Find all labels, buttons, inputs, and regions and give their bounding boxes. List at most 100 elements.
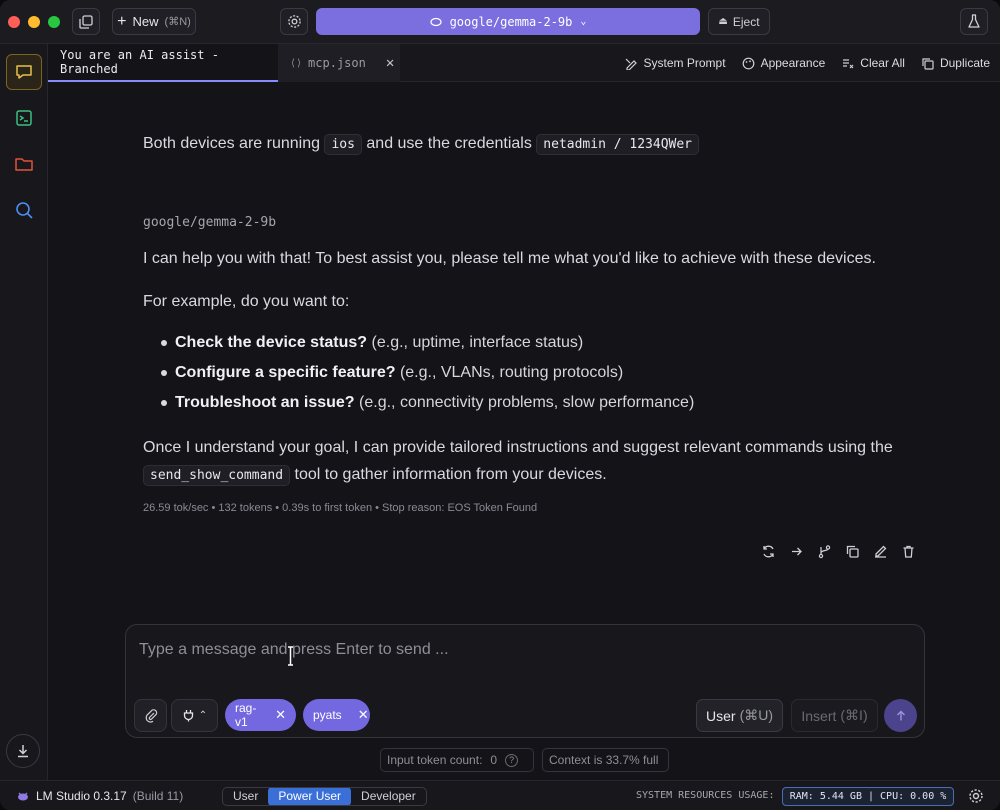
chat-icon [16, 65, 32, 79]
assistant-paragraph: I can help you with that! To best assist… [143, 250, 876, 267]
branch-icon [818, 544, 830, 558]
terminal-icon [16, 110, 32, 126]
model-name: google/gemma-2-9b [449, 14, 573, 29]
list-item: Configure a specific feature? (e.g., VLA… [161, 358, 921, 388]
plugin-chip-pyats[interactable]: pyats ✕ [303, 699, 370, 731]
clear-all-label: Clear All [860, 56, 905, 70]
context-usage-text: Context is 33.7% full [549, 753, 659, 767]
mode-developer[interactable]: Developer [351, 788, 426, 805]
token-count-label: Input token count: [387, 753, 483, 767]
gear-icon [287, 15, 301, 28]
code-brackets-icon: ⟨⟩ [290, 57, 303, 69]
user-button-label: User [706, 707, 736, 724]
new-chat-shortcut: (⌘N) [164, 16, 191, 28]
edit-button[interactable] [872, 543, 888, 559]
help-icon[interactable]: ? [505, 753, 519, 767]
new-chat-button[interactable]: + New (⌘N) [112, 8, 196, 35]
duplicate-button[interactable]: Duplicate [921, 56, 990, 70]
list-item-bold: Configure a specific feature? [175, 364, 396, 381]
refresh-icon [762, 545, 774, 557]
title-bar: + New (⌘N) google/gemma-2-9b ⌄ ⏏ Eject [0, 0, 1000, 44]
search-icon [16, 202, 33, 219]
delete-button[interactable] [900, 543, 916, 559]
app-settings-button[interactable] [968, 788, 984, 807]
branch-button[interactable] [816, 543, 832, 559]
list-item: Check the device status? (e.g., uptime, … [161, 328, 921, 358]
left-rail [0, 44, 48, 780]
lmstudio-logo-icon [18, 792, 28, 801]
regenerate-button[interactable] [760, 543, 776, 559]
integrations-button[interactable]: ⌃ [171, 699, 218, 732]
assistant-bullet-list: Check the device status? (e.g., uptime, … [161, 328, 921, 418]
continue-button[interactable] [788, 543, 804, 559]
remove-chip-icon[interactable]: ✕ [275, 707, 286, 723]
duplicate-label: Duplicate [939, 56, 990, 70]
chat-actions: System Prompt Appearance Clear All Dupli… [625, 44, 990, 82]
inline-code: send_show_command [143, 465, 291, 486]
close-tab-icon[interactable]: ✕ [386, 55, 394, 71]
rail-search-button[interactable] [6, 192, 42, 228]
arrow-up-icon [896, 710, 905, 720]
status-bar: LM Studio 0.3.17 (Build 11) User Power U… [0, 780, 1000, 810]
minimize-window-button[interactable] [28, 16, 40, 28]
tab-chat-branched[interactable]: You are an AI assist - Branched [48, 44, 278, 82]
chevron-down-icon: ⌄ [580, 16, 587, 27]
model-selector[interactable]: google/gemma-2-9b ⌄ [316, 8, 700, 35]
mouse-cursor-icon [288, 646, 293, 666]
list-item-text: (e.g., uptime, interface status) [371, 334, 584, 351]
system-resources-value[interactable]: RAM: 5.44 GB | CPU: 0.00 % [782, 787, 954, 806]
copy-button[interactable] [844, 543, 860, 559]
system-resources-label: SYSTEM RESOURCES USAGE: [636, 790, 775, 801]
rail-chat-button[interactable] [6, 54, 42, 90]
send-button[interactable] [884, 699, 917, 732]
system-prompt-label: System Prompt [643, 56, 726, 70]
lab-button[interactable] [960, 8, 988, 35]
maximize-window-button[interactable] [48, 16, 60, 28]
list-item-bold: Troubleshoot an issue? [175, 394, 355, 411]
mode-user[interactable]: User [223, 788, 268, 805]
eject-label: Eject [732, 14, 760, 29]
message-actions [760, 543, 916, 559]
appearance-button[interactable]: Appearance [742, 56, 825, 70]
split-view-button[interactable] [72, 8, 100, 35]
trash-icon [903, 545, 913, 558]
user-text: and use the credentials [366, 135, 532, 152]
mode-switcher: User Power User Developer [222, 787, 427, 806]
message-composer[interactable]: Type a message and press Enter to send .… [125, 624, 925, 738]
list-item-text: (e.g., VLANs, routing protocols) [399, 364, 624, 381]
split-view-icon [79, 14, 93, 29]
mode-power-user[interactable]: Power User [268, 788, 352, 805]
paperclip-icon [145, 709, 157, 723]
token-count-value: 0 [490, 753, 498, 767]
copy-icon [846, 545, 859, 558]
rail-downloads-button[interactable] [6, 734, 40, 768]
tab-bar: You are an AI assist - Branched ⟨⟩ mcp.j… [48, 44, 1000, 82]
app-name: LM Studio 0.3.17 [36, 789, 127, 803]
plugin-chip-rag[interactable]: rag-v1 ✕ [225, 699, 296, 731]
rail-models-button[interactable] [6, 146, 42, 182]
assistant-paragraph: For example, do you want to: [143, 293, 350, 310]
palette-icon [742, 57, 754, 69]
eject-icon: ⏏ [718, 16, 728, 27]
settings-button[interactable] [280, 8, 308, 35]
rail-developer-button[interactable] [6, 100, 42, 136]
close-window-button[interactable] [8, 16, 20, 28]
edit-icon [874, 545, 886, 558]
insert-button-label: Insert [801, 707, 837, 724]
send-as-user-button[interactable]: User (⌘U) [696, 699, 783, 732]
insert-button[interactable]: Insert (⌘I) [791, 699, 878, 732]
tab-label: You are an AI assist - Branched [60, 48, 219, 76]
chip-label: pyats [313, 708, 342, 722]
eject-button[interactable]: ⏏ Eject [708, 8, 770, 35]
attach-button[interactable] [134, 699, 167, 732]
clear-icon [843, 58, 854, 68]
tab-label: mcp.json [308, 56, 366, 70]
inline-code: netadmin / 1234QWer [536, 134, 700, 155]
inline-code: ios [324, 134, 362, 155]
system-prompt-button[interactable]: System Prompt [625, 56, 726, 70]
app-build: (Build 11) [132, 789, 184, 803]
clear-all-button[interactable]: Clear All [841, 56, 905, 70]
remove-chip-icon[interactable]: ✕ [358, 707, 369, 723]
tab-mcp-json[interactable]: ⟨⟩ mcp.json ✕ [278, 44, 400, 82]
user-text: Both devices are running [143, 135, 320, 152]
